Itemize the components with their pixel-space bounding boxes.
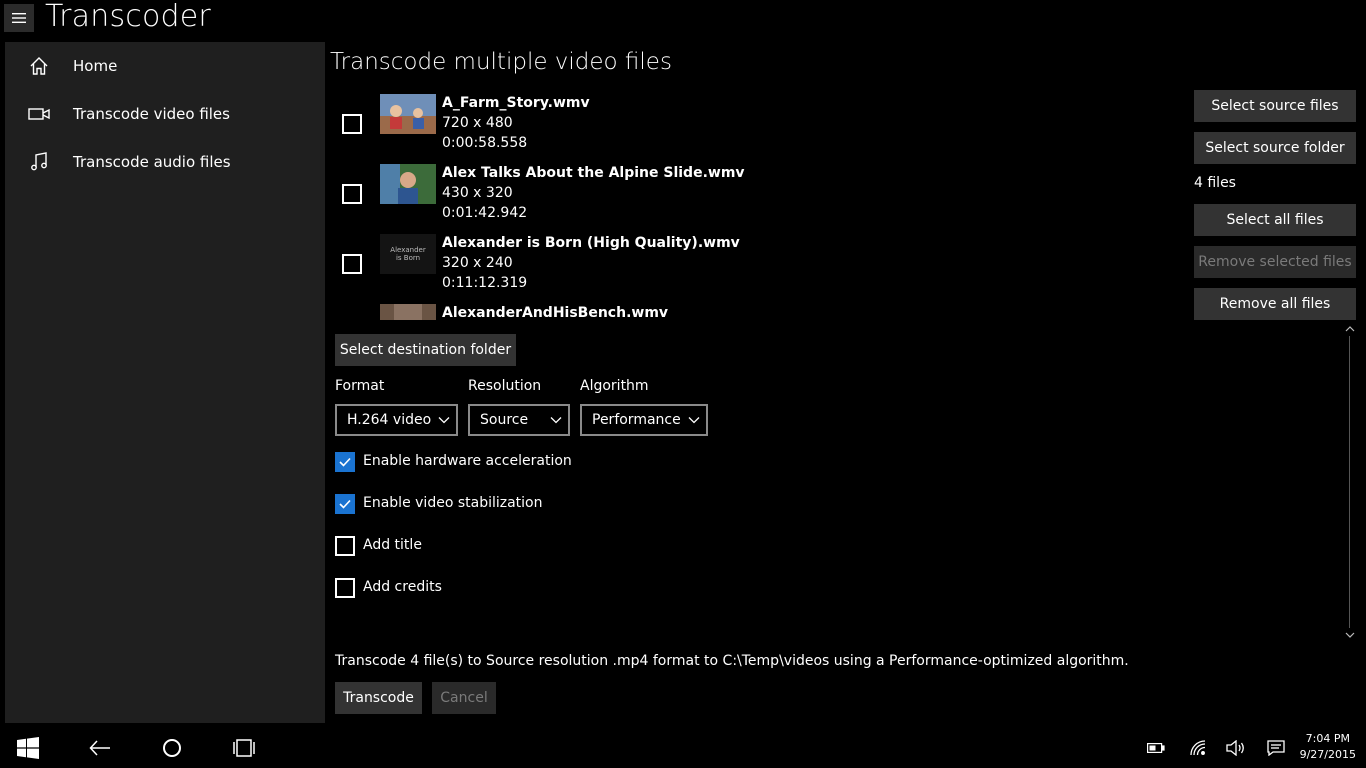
resolution-label: Resolution [468,378,542,394]
file-name: Alexander is Born (High Quality).wmv [442,235,740,251]
file-duration: 0:00:58.558 [442,135,528,151]
nav-item-label: Transcode audio files [73,153,231,171]
list-item[interactable]: Alex Talks About the Alpine Slide.wmv 43… [330,162,1190,232]
file-resolution: 430 x 320 [442,185,513,201]
resolution-dropdown[interactable]: Source [468,404,570,436]
add-title-checkbox[interactable] [335,536,355,556]
scroll-down-icon[interactable] [1345,630,1355,640]
algorithm-label: Algorithm [580,378,649,394]
remove-all-files-button[interactable]: Remove all files [1194,288,1356,320]
transcode-summary: Transcode 4 file(s) to Source resolution… [335,653,1129,669]
file-duration: 0:01:42.942 [442,205,528,221]
format-label: Format [335,378,385,394]
select-source-folder-button[interactable]: Select source folder [1194,132,1356,164]
cancel-button[interactable]: Cancel [432,682,496,714]
file-resolution: 720 x 480 [442,115,513,131]
file-checkbox[interactable] [342,114,362,134]
windows-start-icon[interactable] [16,736,40,760]
video-thumbnail [380,164,436,204]
list-item[interactable]: AlexanderAndHisBench.wmv [330,302,1190,320]
video-thumbnail [380,94,436,134]
music-note-icon [28,151,50,173]
format-dropdown[interactable]: H.264 video [335,404,458,436]
select-destination-folder-button[interactable]: Select destination folder [335,334,516,366]
system-clock[interactable]: 7:04 PM 9/27/2015 [1300,731,1356,763]
file-name: Alex Talks About the Alpine Slide.wmv [442,165,745,181]
page-title: Transcode multiple video files [330,49,672,75]
video-thumbnail [380,304,436,320]
video-thumbnail: Alexander is Born [380,234,436,274]
scroll-track[interactable] [1349,336,1350,628]
select-all-files-button[interactable]: Select all files [1194,204,1356,236]
remove-selected-files-button[interactable]: Remove selected files [1194,246,1356,278]
file-duration: 0:11:12.319 [442,275,528,291]
add-credits-label: Add credits [363,579,442,595]
task-view-icon[interactable] [232,736,256,760]
files-count: 4 files [1194,175,1236,191]
thumbnail-text: Alexander is Born [390,246,426,262]
cortana-circle-icon[interactable] [160,736,184,760]
clock-date: 9/27/2015 [1299,748,1356,761]
file-list[interactable]: A_Farm_Story.wmv 720 x 480 0:00:58.558 A… [330,92,1190,320]
add-title-label: Add title [363,537,422,553]
add-credits-checkbox[interactable] [335,578,355,598]
navigation-pane: Home Transcode video files Transcode aud… [5,42,325,723]
nav-item-transcode-video[interactable]: Transcode video files [5,90,325,138]
scroll-up-icon[interactable] [1345,324,1355,334]
video-stabilization-checkbox[interactable] [335,494,355,514]
clock-time: 7:04 PM [1305,732,1350,745]
file-name: AlexanderAndHisBench.wmv [442,305,669,320]
hamburger-menu-button[interactable] [4,4,34,32]
algorithm-value: Performance [592,412,681,428]
transcode-button[interactable]: Transcode [335,682,422,714]
nav-item-label: Transcode video files [73,105,230,123]
algorithm-dropdown[interactable]: Performance [580,404,708,436]
checkmark-icon [339,457,351,467]
nav-item-label: Home [73,57,118,75]
video-stabilization-label: Enable video stabilization [363,495,543,511]
resolution-value: Source [480,412,529,428]
nav-item-transcode-audio[interactable]: Transcode audio files [5,138,325,186]
app-title: Transcoder [45,0,211,34]
file-name: A_Farm_Story.wmv [442,95,590,111]
battery-icon[interactable] [1144,736,1168,760]
list-item[interactable]: A_Farm_Story.wmv 720 x 480 0:00:58.558 [330,92,1190,162]
taskbar: 7:04 PM 9/27/2015 [0,728,1366,768]
file-checkbox[interactable] [342,184,362,204]
home-icon [28,55,50,77]
file-checkbox[interactable] [342,254,362,274]
nav-item-home[interactable]: Home [5,42,325,90]
action-center-icon[interactable] [1264,736,1288,760]
chevron-down-icon [438,417,450,424]
select-source-files-button[interactable]: Select source files [1194,90,1356,122]
transcoder-window: Transcoder Home Transcode video files Tr… [0,0,1366,728]
chevron-down-icon [550,417,562,424]
network-icon[interactable] [1186,736,1210,760]
chevron-down-icon [688,417,700,424]
file-resolution: 320 x 240 [442,255,513,271]
back-arrow-icon[interactable] [88,736,112,760]
checkmark-icon [339,499,351,509]
volume-icon[interactable] [1224,736,1248,760]
video-camera-icon [28,103,50,125]
hamburger-icon [12,13,26,23]
format-value: H.264 video [347,412,432,428]
vertical-scrollbar[interactable] [1344,322,1356,642]
list-item[interactable]: Alexander is Born Alexander is Born (Hig… [330,232,1190,302]
hardware-acceleration-label: Enable hardware acceleration [363,453,572,469]
hardware-acceleration-checkbox[interactable] [335,452,355,472]
